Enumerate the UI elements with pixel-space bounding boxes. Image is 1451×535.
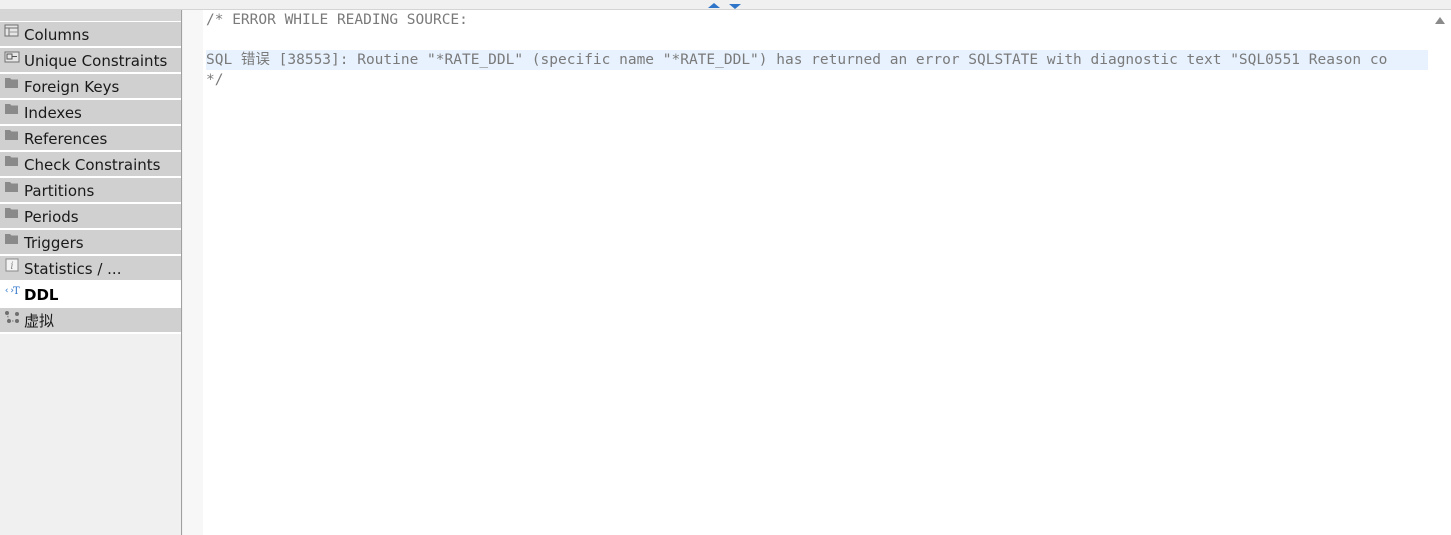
tab-label: Check Constraints	[24, 156, 161, 174]
tab-label: Indexes	[24, 104, 82, 122]
top-splitter[interactable]	[0, 0, 1451, 10]
tab-triggers[interactable]: Triggers	[0, 230, 181, 256]
vertical-scrollbar[interactable]	[1429, 10, 1451, 535]
code-line: */	[206, 72, 224, 88]
tab-foreign-keys[interactable]: Foreign Keys	[0, 74, 181, 100]
folder-icon	[5, 130, 18, 140]
virtual-icon	[5, 311, 19, 323]
sidebar-top-spacer	[0, 10, 181, 22]
tab-statistics[interactable]: i Statistics / ...	[0, 256, 181, 282]
tab-virtual[interactable]: 虚拟	[0, 308, 181, 334]
svg-text:T: T	[13, 286, 20, 297]
code-line: /* ERROR WHILE READING SOURCE:	[206, 12, 468, 28]
tab-label: Statistics / ...	[24, 260, 122, 278]
tab-label: References	[24, 130, 108, 148]
tab-label: Periods	[24, 208, 79, 226]
tab-check-constraints[interactable]: Check Constraints	[0, 152, 181, 178]
tab-unique-constraints[interactable]: Unique Constraints	[0, 48, 181, 74]
folder-icon	[5, 78, 18, 88]
ddl-icon: ‹› T	[4, 286, 20, 297]
tab-label: Triggers	[24, 234, 84, 252]
sidebar: Columns Unique Constraints Foreign Keys …	[0, 10, 182, 535]
tab-partitions[interactable]: Partitions	[0, 178, 181, 204]
tab-label: Partitions	[24, 182, 95, 200]
folder-icon	[5, 182, 18, 192]
collapse-arrows-icon[interactable]	[706, 0, 746, 9]
tab-label: Foreign Keys	[24, 78, 120, 96]
code-area[interactable]: /* ERROR WHILE READING SOURCE: SQL 错误 [3…	[206, 10, 1428, 535]
folder-icon	[5, 208, 18, 218]
tab-label: Unique Constraints	[24, 52, 168, 70]
tab-label: Columns	[24, 26, 90, 44]
folder-icon	[5, 156, 18, 166]
folder-icon	[5, 104, 18, 114]
tab-ddl[interactable]: ‹› T DDL	[0, 282, 181, 308]
editor-gutter	[183, 10, 203, 535]
tab-label: DDL	[24, 286, 59, 304]
svg-text:i: i	[10, 261, 13, 272]
unique-key-icon	[4, 51, 20, 63]
code-line-current: SQL 错误 [38553]: Routine "*RATE_DDL" (spe…	[206, 50, 1428, 70]
tab-label: 虚拟	[24, 312, 55, 330]
info-icon: i	[5, 258, 19, 272]
tab-columns[interactable]: Columns	[0, 22, 181, 48]
ddl-editor[interactable]: /* ERROR WHILE READING SOURCE: SQL 错误 [3…	[183, 10, 1451, 535]
tab-periods[interactable]: Periods	[0, 204, 181, 230]
scroll-up-arrow-icon[interactable]	[1435, 16, 1445, 24]
folder-icon	[5, 234, 18, 244]
tab-references[interactable]: References	[0, 126, 181, 152]
tab-indexes[interactable]: Indexes	[0, 100, 181, 126]
columns-icon	[4, 24, 19, 37]
